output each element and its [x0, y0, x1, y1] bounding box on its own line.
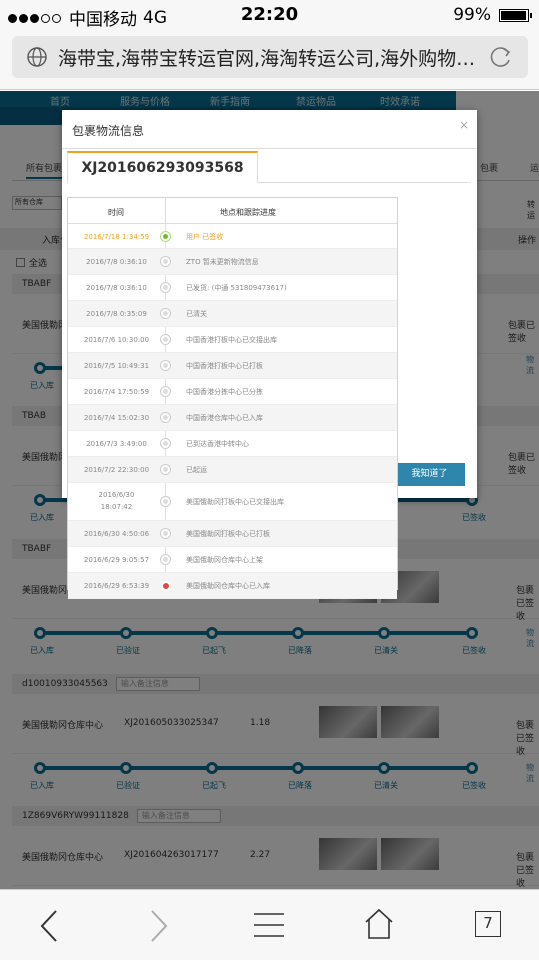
- menu-icon[interactable]: [254, 912, 284, 938]
- address-bar: 海带宝,海带宝转运官网,海淘转运公司,海外购物…: [0, 30, 539, 90]
- tracking-row: 2016/7/4 15:02:30 中国香港仓库中心已入库: [68, 405, 397, 431]
- tracking-row: 2016/6/30 18:07:42 美国俄勒冈打板中心已交接出库: [68, 483, 397, 521]
- tracking-row: 2016/7/8 0:36:10 已发货: (中通 531809473617): [68, 275, 397, 301]
- status-bar: 中国移动 4G 22:20 99%: [0, 0, 539, 30]
- globe-icon: [27, 47, 47, 67]
- tab-count-button[interactable]: 7: [475, 911, 501, 937]
- tracking-row: 2016/7/8 0:36:10 ZTO 暂未更新物流信息: [68, 249, 397, 275]
- event-description: ZTO 暂未更新物流信息: [186, 258, 259, 266]
- event-description: 已起运: [186, 466, 207, 474]
- dialog-title: 包裹物流信息: [72, 124, 145, 138]
- url-field[interactable]: 海带宝,海带宝转运官网,海淘转运公司,海外购物…: [12, 36, 528, 78]
- timeline-dot-icon: [161, 529, 170, 538]
- tracking-row: 2016/7/8 0:35:09 已清关: [68, 301, 397, 327]
- reload-icon[interactable]: [488, 44, 514, 70]
- event-time: 2016/7/5 10:49:31: [83, 362, 150, 370]
- acknowledge-button[interactable]: 我知道了: [394, 463, 465, 486]
- event-description: 已发货: (中通 531809473617): [186, 284, 287, 292]
- tracking-number-tab[interactable]: XJ201606293093568: [67, 151, 258, 183]
- timeline-dot-icon: [161, 465, 170, 474]
- tracking-row: 2016/7/5 10:49:31 中国香港打板中心已打板: [68, 353, 397, 379]
- timeline-dot-icon: [161, 555, 170, 564]
- timeline-dot-icon: [161, 361, 170, 370]
- tracking-row: 2016/7/3 3:49:00 已到达香港中转中心: [68, 431, 397, 457]
- event-description: 用户 已签收: [186, 232, 224, 241]
- tracking-row: 2016/7/6 10:30:00 中国香港打板中心已交接出库: [68, 327, 397, 353]
- event-time: 2016/7/4 17:50:59: [83, 388, 150, 396]
- event-time: 2016/7/8 0:36:10: [86, 258, 147, 266]
- event-description: 中国香港打板中心已打板: [186, 362, 263, 370]
- timeline-dot-icon: [161, 497, 170, 506]
- tracking-row: 2016/7/18 1:34:59 用户 已签收: [68, 224, 397, 249]
- tracking-table: 时间 地点和跟踪进度 2016/7/18 1:34:59 用户 已签收 2016/7…: [67, 197, 398, 599]
- timeline-dot-icon: [161, 257, 170, 266]
- event-time: 2016/6/29 9:05:57: [83, 556, 150, 564]
- origin-marker-icon: [161, 581, 171, 591]
- tracking-row: 2016/7/2 22:30:00 已起运: [68, 457, 397, 483]
- event-description: 美国俄勒冈打板中心已打板: [186, 530, 270, 538]
- tracking-row: 2016/6/30 4:50:06 美国俄勒冈打板中心已打板: [68, 521, 397, 547]
- event-time: 2016/6/30 4:50:06: [83, 530, 150, 538]
- event-time: 2016/7/4 15:02:30: [83, 414, 150, 422]
- tracking-row: 2016/7/4 17:50:59 中国香港分拣中心已分拣: [68, 379, 397, 405]
- browser-toolbar: 7: [0, 889, 539, 960]
- time-column-header: 时间: [108, 208, 124, 217]
- event-description: 中国香港打板中心已交接出库: [186, 336, 277, 344]
- event-time: 2016/7/3 3:49:00: [86, 440, 147, 448]
- event-time: 2016/7/8 0:36:10: [86, 284, 147, 292]
- event-description: 中国香港仓库中心已入库: [186, 414, 263, 422]
- tracking-row: 2016/6/29 9:05:57 美国俄勒冈仓库中心上架: [68, 547, 397, 573]
- event-description: 美国俄勒冈仓库中心已入库: [186, 582, 270, 590]
- event-time: 2016/7/18 1:34:59: [83, 233, 150, 241]
- timeline-dot-icon: [161, 335, 170, 344]
- timeline-dot-icon: [161, 283, 170, 292]
- event-description: 美国俄勒冈仓库中心上架: [186, 556, 263, 564]
- event-time: 2016/7/8 0:35:09: [86, 310, 147, 318]
- event-description: 中国香港分拣中心已分拣: [186, 388, 263, 396]
- battery-percent: 99%: [453, 5, 491, 25]
- timeline-dot-icon: [161, 439, 170, 448]
- forward-icon[interactable]: [148, 908, 170, 944]
- event-description: 已清关: [186, 310, 207, 318]
- event-description: 已到达香港中转中心: [186, 440, 249, 448]
- home-icon[interactable]: [364, 908, 394, 940]
- table-header: 时间 地点和跟踪进度: [68, 198, 397, 224]
- battery-icon: [499, 8, 532, 22]
- location-column-header: 地点和跟踪进度: [220, 208, 276, 217]
- close-icon[interactable]: ×: [459, 118, 469, 132]
- page-title: 海带宝,海带宝转运官网,海淘转运公司,海外购物…: [58, 47, 476, 70]
- event-time: 2016/6/29 6:53:39: [83, 582, 150, 590]
- event-time: 2016/7/6 10:30:00: [83, 336, 150, 344]
- tracking-row: 2016/6/29 6:53:39 美国俄勒冈仓库中心已入库: [68, 573, 397, 599]
- timeline-dot-icon: [161, 231, 170, 241]
- event-time: 2016/7/2 22:30:00: [83, 466, 150, 474]
- timeline-dot-icon: [161, 387, 170, 396]
- event-description: 美国俄勒冈打板中心已交接出库: [186, 498, 284, 506]
- timeline-dot-icon: [161, 309, 170, 318]
- event-time: 2016/6/30 18:07:42: [98, 491, 135, 511]
- timeline-dot-icon: [161, 413, 170, 422]
- back-icon[interactable]: [38, 908, 60, 944]
